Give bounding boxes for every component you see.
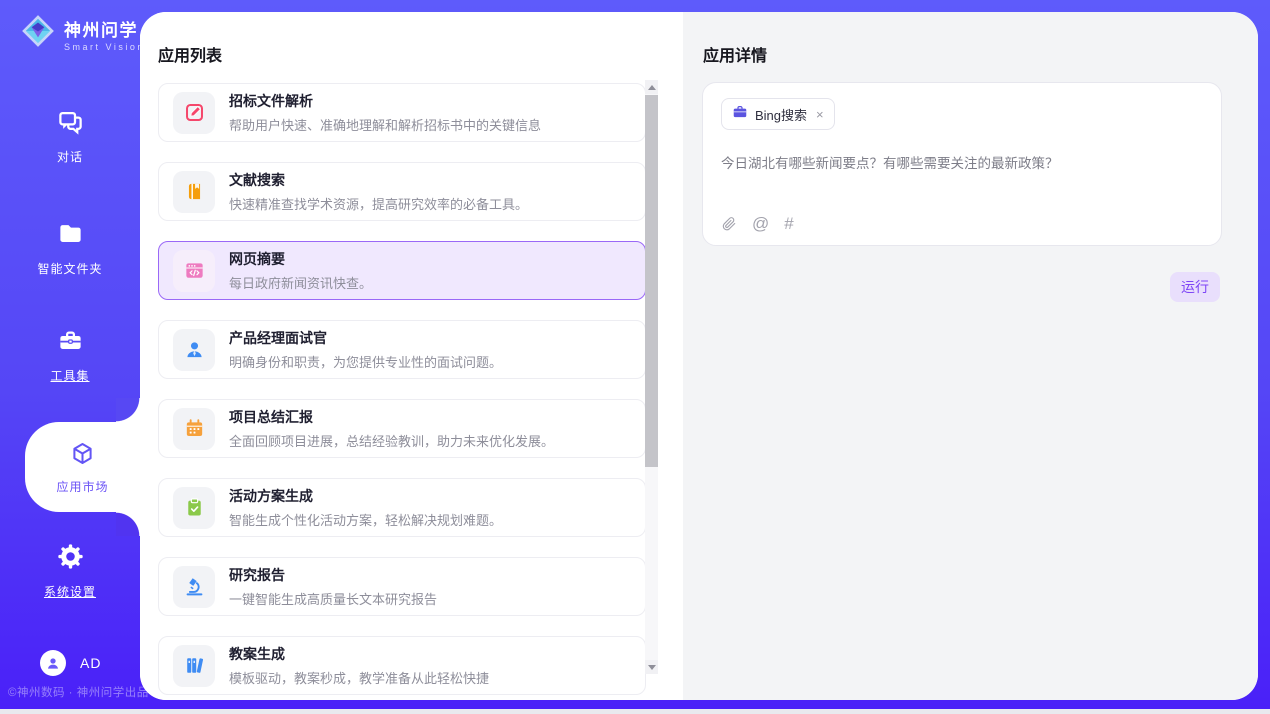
run-button[interactable]: 运行 <box>1170 272 1220 302</box>
main-content: 应用列表 招标文件解析 帮助用户快速、准确地理解和解析招标书中的关键信息 文献搜… <box>140 12 1258 700</box>
gear-icon <box>57 543 84 575</box>
tag-close-icon[interactable]: × <box>816 107 824 122</box>
sidebar-item-app-market[interactable]: 应用市场 <box>25 422 140 512</box>
person-icon <box>173 329 215 371</box>
app-card-2[interactable]: 文献搜索 快速精准查找学术资源，提高研究效率的必备工具。 <box>158 162 646 221</box>
app-card-3[interactable]: 网页摘要 每日政府新闻资讯快查。 <box>158 241 646 300</box>
brand-logo: 神州问学 Smart Vision <box>20 13 145 54</box>
brand-name: 神州问学 <box>64 16 145 41</box>
tool-tag-label: Bing搜索 <box>755 105 807 124</box>
app-card-1[interactable]: 招标文件解析 帮助用户快速、准确地理解和解析招标书中的关键信息 <box>158 83 646 142</box>
scrollbar-thumb[interactable] <box>645 95 658 467</box>
sidebar-footer: ©神州数码 · 神州问学出品 <box>8 684 149 700</box>
folder-icon <box>57 220 84 252</box>
app-detail-panel: 应用详情 Bing搜索 × 今日湖北有哪些新闻要点？有哪些需要关注的最新政策？ … <box>683 12 1258 700</box>
brand-diamond-icon <box>20 13 56 54</box>
app-list-title: 应用列表 <box>158 42 222 66</box>
brand-subtitle: Smart Vision <box>64 42 145 52</box>
app-card-6[interactable]: 活动方案生成 智能生成个性化活动方案，轻松解决规划难题。 <box>158 478 646 537</box>
paperclip-attach-icon[interactable] <box>721 216 737 232</box>
sidebar-item-settings[interactable]: 系统设置 <box>0 543 140 600</box>
triangle-up-icon <box>648 85 656 90</box>
app-card-list: 招标文件解析 帮助用户快速、准确地理解和解析招标书中的关键信息 文献搜索 快速精… <box>158 83 646 700</box>
microscope-icon <box>173 566 215 608</box>
triangle-down-icon <box>648 665 656 670</box>
list-scrollbar[interactable] <box>645 80 658 674</box>
app-card-7[interactable]: 研究报告 一键智能生成高质量长文本研究报告 <box>158 557 646 616</box>
books-icon <box>173 645 215 687</box>
book-icon <box>173 171 215 213</box>
prompt-card: Bing搜索 × 今日湖北有哪些新闻要点？有哪些需要关注的最新政策？ @# <box>702 82 1222 246</box>
cube-icon <box>69 440 96 472</box>
app-card-4[interactable]: 产品经理面试官 明确身份和职责，为您提供专业性的面试问题。 <box>158 320 646 379</box>
scroll-up-button[interactable] <box>645 80 658 94</box>
edit-square-icon <box>173 92 215 134</box>
app-frame: 神州问学 Smart Vision 对话 智能文件夹 工具集 应用市场 系统设置… <box>0 0 1270 709</box>
user-label: AD <box>80 655 101 671</box>
browser-code-icon <box>173 250 215 292</box>
avatar <box>40 650 66 676</box>
sidebar-item-toolset[interactable]: 工具集 <box>0 327 140 384</box>
clipboard-check-icon <box>173 487 215 529</box>
sidebar-item-chat[interactable]: 对话 <box>0 108 140 165</box>
prompt-actions: @# <box>721 215 794 232</box>
toolbox-icon <box>57 327 84 359</box>
app-card-5[interactable]: 项目总结汇报 全面回顾项目进展，总结经验教训，助力未来优化发展。 <box>158 399 646 458</box>
app-list-panel: 应用列表 招标文件解析 帮助用户快速、准确地理解和解析招标书中的关键信息 文献搜… <box>140 12 683 700</box>
app-card-8[interactable]: 教案生成 模板驱动，教案秒成，教学准备从此轻松快捷 <box>158 636 646 695</box>
tool-tag-bing-search[interactable]: Bing搜索 × <box>721 98 835 130</box>
briefcase-icon <box>732 104 748 125</box>
chat-bubbles-icon <box>57 108 84 140</box>
app-detail-title: 应用详情 <box>703 42 767 66</box>
hash-topic-icon[interactable]: # <box>784 215 793 232</box>
sidebar-item-smart-folder[interactable]: 智能文件夹 <box>0 220 140 277</box>
calendar-icon <box>173 408 215 450</box>
scroll-down-button[interactable] <box>645 660 658 674</box>
at-mention-icon[interactable]: @ <box>752 215 769 232</box>
prompt-text[interactable]: 今日湖北有哪些新闻要点？有哪些需要关注的最新政策？ <box>721 154 1203 174</box>
user-account[interactable]: AD <box>40 650 101 676</box>
